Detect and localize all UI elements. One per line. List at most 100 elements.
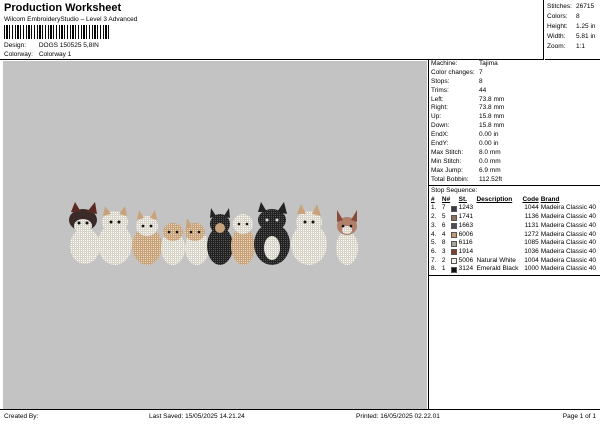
- barcode-graphic: [4, 25, 110, 39]
- dog-4: [161, 223, 185, 265]
- thread-brand: Madeira Classic 40: [540, 265, 596, 273]
- stitches-value: 26715: [576, 3, 595, 10]
- header-code: Code: [522, 196, 539, 204]
- stat-row: Max Stitch: 8.0 mm: [431, 148, 501, 156]
- stat-row: Stops: 8: [431, 77, 483, 85]
- dog-1: [69, 202, 100, 264]
- stitch-count: 1914: [458, 247, 474, 255]
- thread-brand: Madeira Classic 40: [540, 221, 596, 229]
- worksheet-page: Production Worksheet Wilcom EmbroiderySt…: [0, 0, 600, 424]
- colorway-value: Colorway 1: [38, 51, 72, 58]
- stop-number: 3.: [431, 221, 437, 229]
- needle-number: 3: [441, 247, 446, 255]
- worksheet-header: Production Worksheet Wilcom EmbroiderySt…: [0, 0, 544, 60]
- stat-row: Max Jump: 6.9 mm: [431, 166, 501, 174]
- dog-2: [98, 206, 132, 265]
- stop-row: 8. 1 3124 Emerald Black 1000 Madeira Classic …: [429, 265, 600, 274]
- stop-row: 4. 4 6006 1272 Madeira Classic 40: [429, 231, 600, 240]
- design-value: DOGS 150525 5,8IN: [38, 42, 99, 49]
- thread-brand: Madeira Classic 40: [540, 239, 596, 247]
- needle-number: 5: [441, 213, 446, 221]
- stat-row: Min Stitch: 0.0 mm: [431, 157, 501, 165]
- created-by: Created By:: [4, 413, 39, 420]
- thread-brand: Madeira Classic 40: [540, 204, 596, 212]
- needle-number: 1: [441, 265, 446, 273]
- thread-code: 1036: [524, 247, 539, 255]
- stat-row: Machine: Tajima: [431, 60, 498, 67]
- header-num: #: [431, 196, 435, 204]
- zoom-value: 1:1: [576, 43, 586, 50]
- worksheet-footer: Created By: Last Saved: 15/05/2025 14.21…: [0, 409, 600, 424]
- thread-brand: Madeira Classic 40: [540, 230, 596, 238]
- stop-row: 6. 3 1914 1036 Madeira Classic 40: [429, 248, 600, 257]
- thread-code: 1000: [524, 265, 539, 273]
- width-row: Width: 5.81 in: [547, 32, 598, 42]
- height-value: 1.25 in: [576, 23, 596, 30]
- color-swatch: [450, 266, 457, 273]
- stop-number: 1.: [431, 204, 437, 212]
- stat-row: Left: 73.8 mm: [431, 95, 505, 103]
- color-swatch: [450, 205, 457, 212]
- thread-description: [476, 239, 521, 248]
- needle-number: 7: [441, 204, 446, 212]
- stop-sequence-header: # N# St. Description Code Brand: [429, 195, 600, 204]
- colors-row: Colors: 8: [547, 12, 598, 22]
- software-subtitle: Wilcom EmbroideryStudio – Level 3 Advanc…: [4, 16, 138, 23]
- zoom-row: Zoom: 1:1: [547, 42, 598, 52]
- stop-sequence-rows: 1. 7 1243 1044 Madeira Classic 40 2. 5 1741 1136…: [429, 204, 600, 274]
- stop-sequence-title: Stop Sequence:: [429, 185, 600, 195]
- page-title: Production Worksheet: [4, 2, 122, 14]
- stop-number: 5.: [431, 239, 437, 247]
- thread-description: [476, 213, 521, 222]
- thread-code: 1044: [524, 204, 539, 212]
- design-preview-canvas: [3, 61, 427, 409]
- stop-row: 2. 5 1741 1136 Madeira Classic 40: [429, 213, 600, 222]
- stop-number: 4.: [431, 230, 437, 238]
- needle-number: 4: [441, 230, 446, 238]
- page-number: Page 1 of 1: [562, 413, 596, 420]
- stitch-count: 5006: [458, 256, 474, 264]
- thread-brand: Madeira Classic 40: [540, 213, 596, 221]
- stitches-row: Stitches: 26715: [547, 2, 598, 12]
- needle-number: 2: [441, 256, 446, 264]
- stitches-label: Stitches:: [547, 3, 572, 10]
- stitch-count: 6006: [458, 230, 474, 238]
- stop-number: 2.: [431, 213, 437, 221]
- header-stitches: St.: [458, 196, 467, 204]
- dog-9: [291, 204, 327, 265]
- width-value: 5.81 in: [576, 33, 596, 40]
- stat-row: Trims: 44: [431, 86, 487, 94]
- stop-row: 3. 6 1663 1131 Madeira Classic 40: [429, 222, 600, 231]
- color-swatch: [450, 214, 457, 221]
- header-description: Description: [476, 196, 513, 204]
- stitch-count: 1741: [458, 213, 474, 221]
- color-swatch: [450, 257, 457, 264]
- color-swatch: [450, 223, 457, 230]
- needle-number: 8: [441, 239, 446, 247]
- colorway-label: Colorway:: [4, 51, 33, 58]
- last-saved: Last Saved: 15/05/2025 14.21.24: [149, 413, 245, 420]
- colors-label: Colors:: [547, 13, 568, 20]
- stat-row: Up: 15.8 mm: [431, 113, 505, 121]
- thread-description: [476, 231, 521, 240]
- thread-code: 1004: [524, 256, 539, 264]
- color-swatch: [450, 240, 457, 247]
- dog-6: [207, 208, 233, 265]
- thread-description: [476, 248, 521, 257]
- thread-description: [476, 204, 521, 213]
- thread-description: Natural White: [476, 256, 516, 264]
- dog-7: [231, 214, 255, 265]
- stat-row: EndX: 0.00 in: [431, 131, 499, 139]
- stat-row: Color changes: 7: [431, 68, 483, 76]
- colorway-row: Colorway: Colorway 1: [4, 51, 71, 58]
- stitch-count: 1243: [458, 204, 474, 212]
- width-label: Width:: [547, 33, 566, 40]
- embroidery-dogs-design: [69, 202, 358, 265]
- thread-code: 1131: [524, 221, 539, 229]
- summary-box: Stitches: 26715 Colors: 8 Height: 1.25 in W…: [545, 0, 600, 60]
- zoom-label: Zoom:: [547, 43, 566, 50]
- thread-description: [476, 222, 521, 231]
- dog-8: [254, 202, 290, 265]
- stat-row: EndY: 0.00 in: [431, 140, 499, 148]
- stat-row: Right: 73.8 mm: [431, 104, 505, 112]
